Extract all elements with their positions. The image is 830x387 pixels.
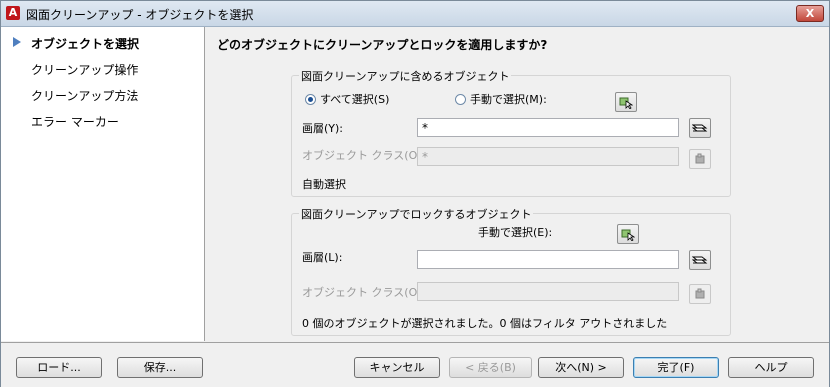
- save-button[interactable]: 保存...: [117, 357, 203, 378]
- pick-objects-icon: [621, 229, 635, 241]
- pick-objects-button[interactable]: [615, 92, 637, 112]
- lock-group-title: 図面クリーンアップでロックするオブジェクト: [299, 206, 534, 222]
- include-layer-label: 画層(Y):: [302, 122, 344, 135]
- finish-button[interactable]: 完了(F): [633, 357, 719, 378]
- layer-stack-icon: [692, 124, 708, 132]
- include-object-class-label: オブジェクト クラス(O):: [302, 149, 426, 162]
- lock-object-class-browse-button: [689, 284, 711, 304]
- next-button[interactable]: 次へ(N) >: [538, 357, 624, 378]
- object-class-icon: [695, 288, 705, 299]
- current-step-arrow-icon: [13, 37, 21, 47]
- help-button[interactable]: ヘルプ: [728, 357, 814, 378]
- lock-layer-label: 画層(L):: [302, 251, 343, 264]
- sidebar-item-error-markers[interactable]: エラー マーカー: [31, 113, 119, 130]
- include-layer-input[interactable]: *: [417, 118, 679, 137]
- auto-select-label: 自動選択: [302, 178, 346, 191]
- layer-stack-icon: [692, 256, 708, 264]
- manual-select-radio[interactable]: [455, 94, 466, 105]
- manual-select-label[interactable]: 手動で選択(M):: [470, 91, 547, 107]
- footer-bar: ロード... 保存... キャンセル < 戻る(B) 次へ(N) > 完了(F)…: [1, 342, 829, 387]
- sidebar-item-cleanup-actions[interactable]: クリーンアップ操作: [31, 61, 138, 78]
- close-button[interactable]: X: [796, 5, 824, 22]
- select-all-label[interactable]: すべて選択(S): [320, 91, 389, 107]
- page-question: どのオブジェクトにクリーンアップとロックを適用しますか?: [217, 38, 548, 52]
- sidebar-item-select-objects[interactable]: オブジェクトを選択: [31, 35, 139, 52]
- back-button: < 戻る(B): [449, 357, 532, 378]
- lock-pick-objects-button[interactable]: [617, 224, 639, 244]
- include-layer-browse-button[interactable]: [689, 118, 711, 138]
- include-group-title: 図面クリーンアップに含めるオブジェクト: [299, 68, 512, 84]
- wizard-sidebar: オブジェクトを選択 クリーンアップ操作 クリーンアップ方法 エラー マーカー: [1, 27, 205, 341]
- lock-manual-select-label: 手動で選択(E):: [478, 226, 553, 239]
- object-class-icon: [695, 153, 705, 164]
- dialog-window: A 図面クリーンアップ - オブジェクトを選択 X オブジェクトを選択 クリーン…: [0, 0, 830, 387]
- lock-layer-browse-button[interactable]: [689, 250, 711, 270]
- window-title: 図面クリーンアップ - オブジェクトを選択: [26, 8, 254, 22]
- select-all-radio[interactable]: [305, 94, 316, 105]
- lock-object-class-input: [417, 282, 679, 301]
- title-bar: A 図面クリーンアップ - オブジェクトを選択 X: [1, 1, 829, 27]
- selection-status-text: 0 個のオブジェクトが選択されました。0 個はフィルタ アウトされました: [302, 317, 668, 330]
- main-panel: どのオブジェクトにクリーンアップとロックを適用しますか? 図面クリーンアップに含…: [205, 27, 829, 341]
- include-object-class-input: *: [417, 147, 679, 166]
- pick-objects-icon: [619, 97, 633, 109]
- include-object-class-browse-button: [689, 149, 711, 169]
- lock-object-class-label: オブジェクト クラス(O):: [302, 286, 426, 299]
- autocad-logo-icon: A: [6, 6, 20, 20]
- sidebar-item-cleanup-methods[interactable]: クリーンアップ方法: [31, 87, 138, 104]
- cancel-button[interactable]: キャンセル: [354, 357, 440, 378]
- lock-layer-input[interactable]: [417, 250, 679, 269]
- load-button[interactable]: ロード...: [16, 357, 102, 378]
